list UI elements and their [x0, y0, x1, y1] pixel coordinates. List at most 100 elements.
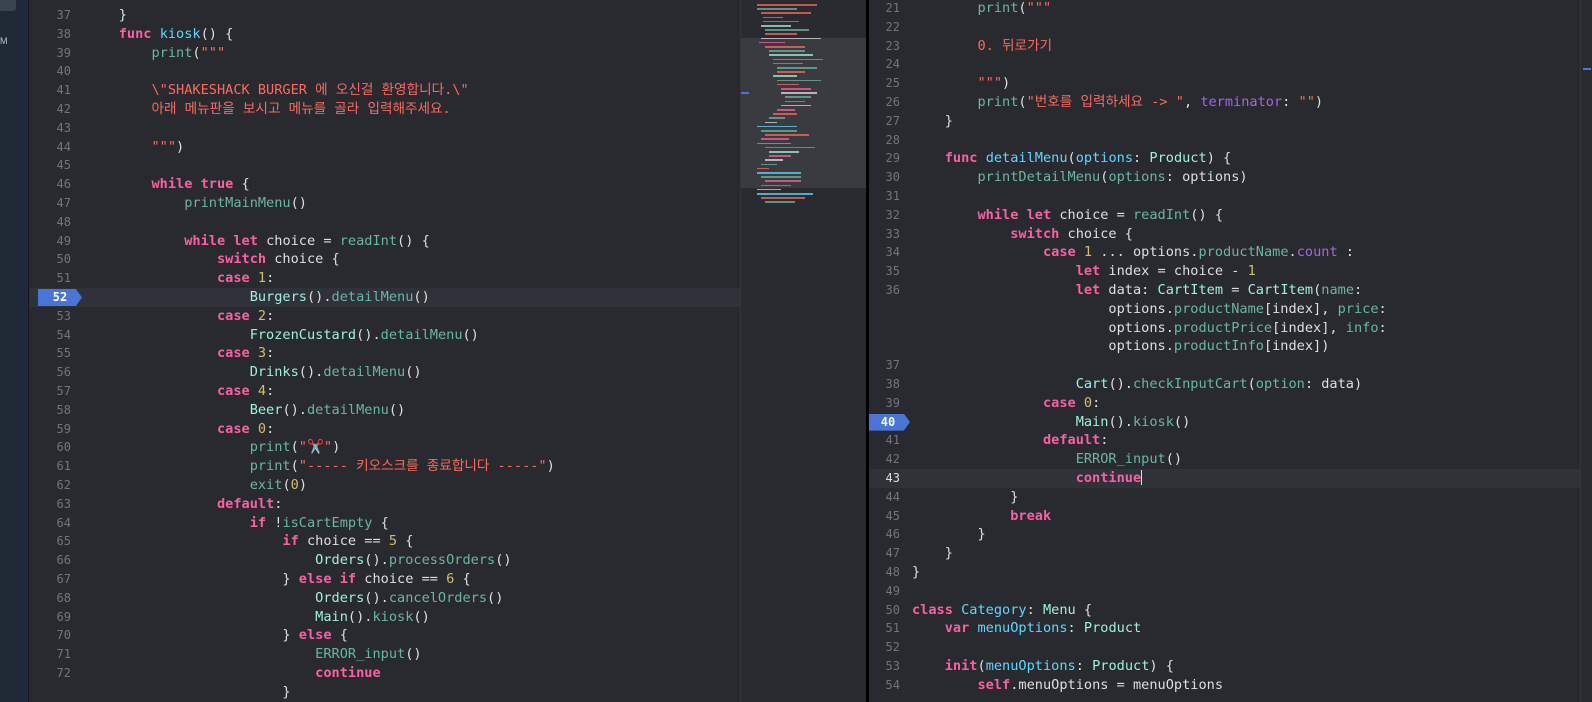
code-line[interactable]: 36 let data: CartItem = CartItem(name:: [869, 281, 1592, 300]
line-number[interactable]: 50: [29, 250, 71, 269]
minimap-viewport[interactable]: [741, 38, 867, 188]
code-line[interactable]: 41 default:: [869, 431, 1592, 450]
line-number[interactable]: 53: [29, 307, 71, 326]
code-line[interactable]: 57 case 4:: [29, 382, 740, 401]
code-line[interactable]: 42 아래 메뉴판을 보시고 메뉴를 골라 입력해주세요.: [29, 100, 740, 119]
code-line[interactable]: 59 case 0:: [29, 420, 740, 439]
code-text[interactable]: case 4:: [86, 382, 274, 401]
code-text[interactable]: }: [86, 6, 127, 25]
code-line[interactable]: 68 Orders().cancelOrders(): [29, 589, 740, 608]
code-line[interactable]: 45 break: [869, 507, 1592, 526]
code-line[interactable]: 50 switch choice {: [29, 250, 740, 269]
line-number[interactable]: 45: [29, 156, 71, 175]
line-number[interactable]: 51: [869, 619, 900, 638]
line-number[interactable]: 43: [869, 469, 900, 488]
code-text[interactable]: Orders().processOrders(): [86, 551, 511, 570]
code-text[interactable]: Main().kiosk(): [912, 413, 1191, 432]
code-text[interactable]: init(menuOptions: Product) {: [912, 657, 1174, 676]
line-number[interactable]: 27: [869, 112, 900, 131]
code-line[interactable]: 55 case 3:: [29, 344, 740, 363]
line-number[interactable]: 36: [869, 281, 900, 300]
code-line[interactable]: options.productInfo[index]): [869, 337, 1592, 356]
code-text[interactable]: switch choice {: [912, 225, 1133, 244]
line-number[interactable]: 57: [29, 382, 71, 401]
code-text[interactable]: } else if choice == 6 {: [86, 570, 470, 589]
right-editor-scrollbar[interactable]: [1580, 0, 1592, 702]
code-line[interactable]: 21 print(""": [869, 0, 1592, 18]
code-line[interactable]: }: [29, 683, 740, 702]
code-text[interactable]: }: [912, 563, 920, 582]
code-line[interactable]: 24: [869, 55, 1592, 74]
line-number[interactable]: 23: [869, 37, 900, 56]
code-text[interactable]: let index = choice - 1: [912, 262, 1256, 281]
code-line[interactable]: 23 0. 뒤로가기: [869, 37, 1592, 56]
code-text[interactable]: }: [912, 488, 1018, 507]
line-number[interactable]: 47: [869, 544, 900, 563]
line-number[interactable]: 48: [869, 563, 900, 582]
line-number[interactable]: 62: [29, 476, 71, 495]
code-text[interactable]: while true {: [86, 175, 249, 194]
code-line[interactable]: 69 Main().kiosk(): [29, 608, 740, 627]
code-text[interactable]: case 0:: [86, 420, 274, 439]
code-line[interactable]: 40 Main().kiosk(): [869, 413, 1592, 432]
code-line[interactable]: 65 if choice == 5 {: [29, 532, 740, 551]
code-text[interactable]: Beer().detailMenu(): [86, 401, 406, 420]
code-line[interactable]: 54 self.menuOptions = menuOptions: [869, 676, 1592, 695]
code-line[interactable]: 43: [29, 119, 740, 138]
code-line[interactable]: 54 FrozenCustard().detailMenu(): [29, 326, 740, 345]
line-number[interactable]: 66: [29, 551, 71, 570]
line-number[interactable]: 28: [869, 131, 900, 150]
line-number[interactable]: 68: [29, 589, 71, 608]
code-text[interactable]: exit(0): [86, 476, 307, 495]
code-text[interactable]: }: [912, 112, 953, 131]
code-line[interactable]: 50 class Category: Menu {: [869, 601, 1592, 620]
code-text[interactable]: break: [912, 507, 1051, 526]
line-number[interactable]: 31: [869, 187, 900, 206]
code-line[interactable]: options.productPrice[index], info:: [869, 319, 1592, 338]
code-line[interactable]: 29 func detailMenu(options: Product) {: [869, 149, 1592, 168]
code-text[interactable]: case 1:: [86, 269, 274, 288]
code-line[interactable]: 44 """): [29, 138, 740, 157]
code-line[interactable]: 49: [869, 582, 1592, 601]
code-text[interactable]: func kiosk() {: [86, 25, 234, 44]
line-number[interactable]: 44: [29, 138, 71, 157]
line-number[interactable]: 37: [869, 356, 900, 375]
code-text[interactable]: print("✂️"): [86, 438, 341, 457]
code-line[interactable]: 22: [869, 18, 1592, 37]
code-line[interactable]: 39 print(""": [29, 44, 740, 63]
code-line[interactable]: 66 Orders().processOrders(): [29, 551, 740, 570]
right-code-editor[interactable]: 21 print(""" 22 23 0. 뒤로가기 24 25 """) 26 prin…: [869, 0, 1592, 702]
line-number[interactable]: 63: [29, 495, 71, 514]
line-number[interactable]: 34: [869, 243, 900, 262]
code-text[interactable]: printMainMenu(): [86, 194, 307, 213]
code-line[interactable]: 61 print("----- 키오스크를 종료합니다 -----"): [29, 457, 740, 476]
code-line[interactable]: 52 Burgers().detailMenu(): [29, 288, 740, 307]
line-number[interactable]: 52: [869, 638, 900, 657]
minimap[interactable]: [740, 0, 867, 702]
line-number[interactable]: 29: [869, 149, 900, 168]
code-text[interactable]: switch choice {: [86, 250, 340, 269]
breakpoint-marker[interactable]: 52: [38, 289, 82, 306]
code-line[interactable]: 71 ERROR_input(): [29, 645, 740, 664]
line-number[interactable]: 58: [29, 401, 71, 420]
code-text[interactable]: FrozenCustard().detailMenu(): [86, 326, 479, 345]
code-line[interactable]: 67 } else if choice == 6 {: [29, 570, 740, 589]
line-number[interactable]: 22: [869, 18, 900, 37]
code-line[interactable]: 27 }: [869, 112, 1592, 131]
line-number[interactable]: 47: [29, 194, 71, 213]
line-number[interactable]: 43: [29, 119, 71, 138]
code-line[interactable]: 51 case 1:: [29, 269, 740, 288]
code-text[interactable]: 아래 메뉴판을 보시고 메뉴를 골라 입력해주세요.: [86, 100, 450, 119]
code-line[interactable]: 58 Beer().detailMenu(): [29, 401, 740, 420]
code-text[interactable]: }: [912, 544, 953, 563]
code-line[interactable]: 47 printMainMenu(): [29, 194, 740, 213]
line-number[interactable]: 39: [29, 44, 71, 63]
code-line[interactable]: 48: [29, 213, 740, 232]
code-text[interactable]: options.productPrice[index], info:: [912, 319, 1386, 338]
code-text[interactable]: continue: [86, 664, 380, 683]
code-line[interactable]: 53 case 2:: [29, 307, 740, 326]
line-number[interactable]: 41: [29, 81, 71, 100]
code-text[interactable]: if !isCartEmpty {: [86, 514, 389, 533]
code-text[interactable]: while let choice = readInt() {: [86, 232, 430, 251]
line-number[interactable]: 54: [869, 676, 900, 695]
